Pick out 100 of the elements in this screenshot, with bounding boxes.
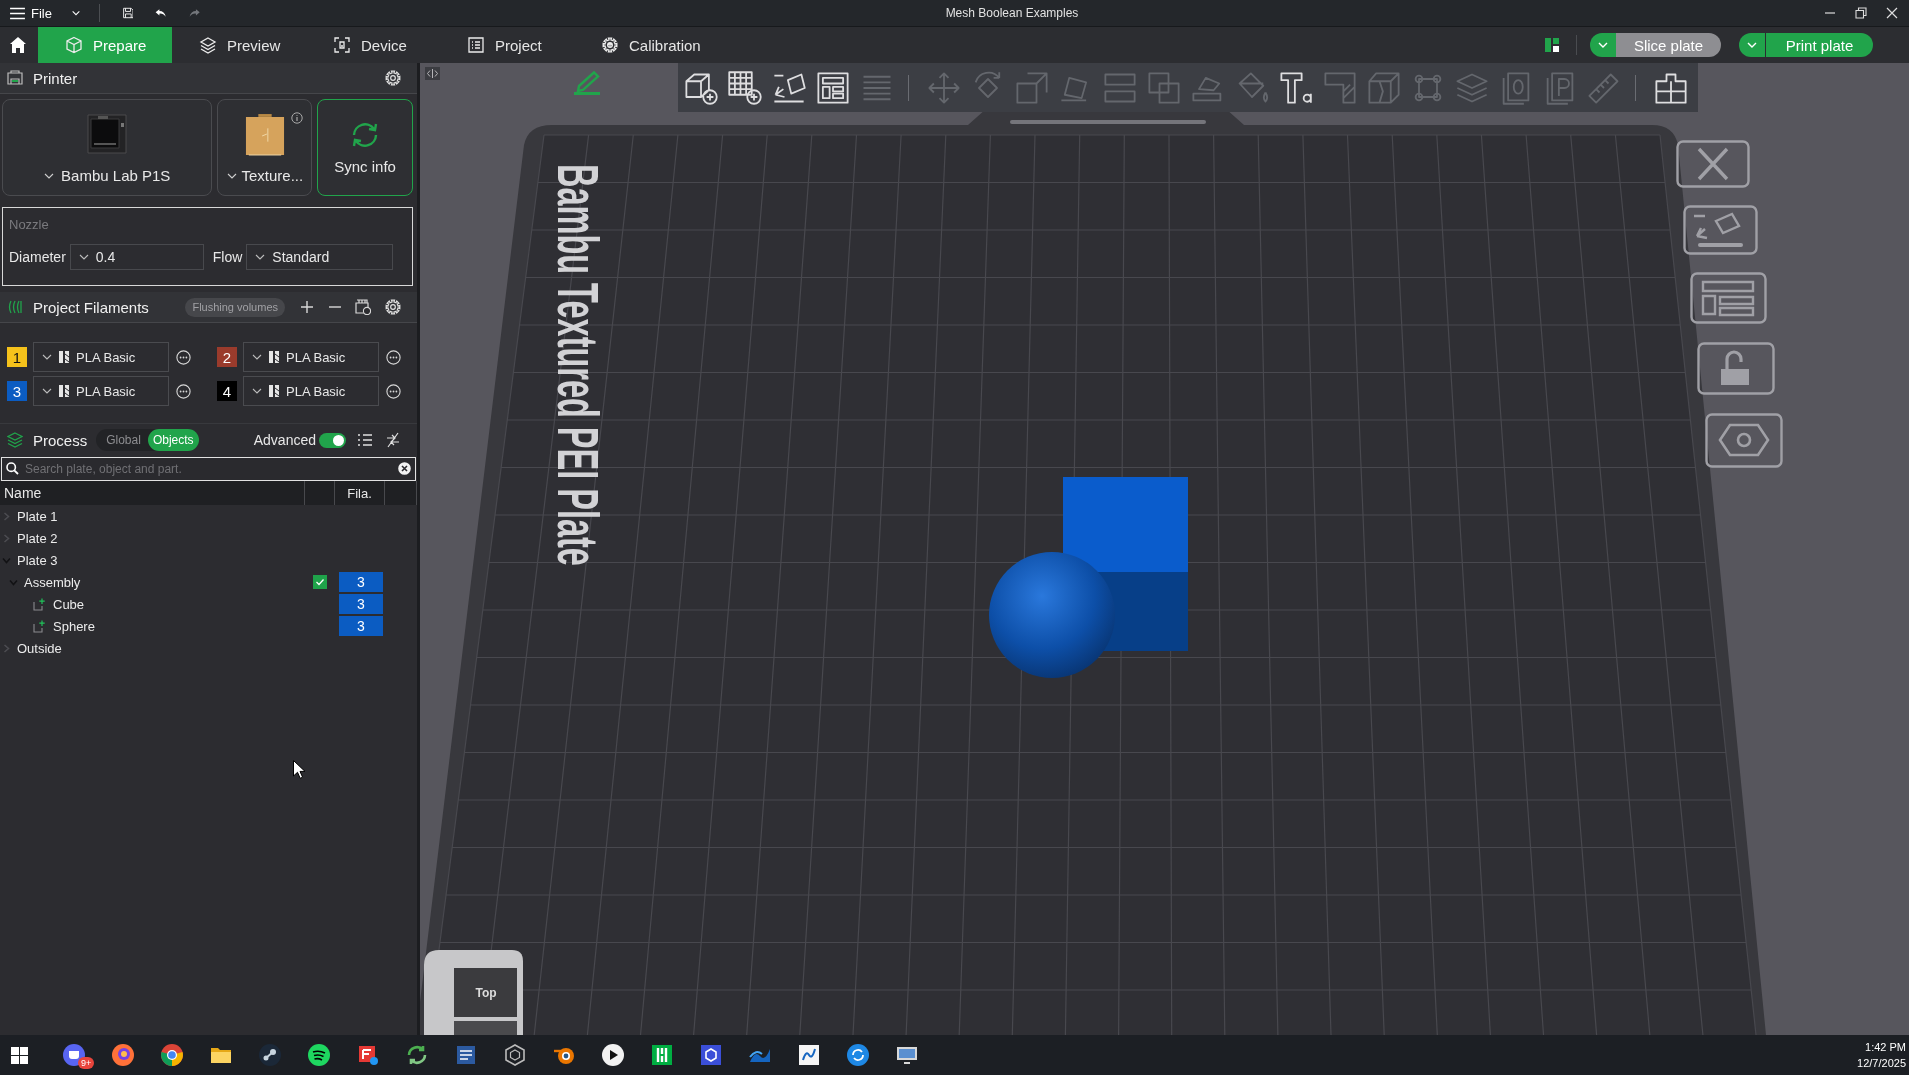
- gear-icon: [601, 36, 619, 54]
- play-app-icon[interactable]: [600, 1043, 625, 1067]
- grid-plus-icon[interactable]: [727, 69, 763, 106]
- settings-icon[interactable]: [385, 299, 401, 315]
- collapse-icon[interactable]: [425, 67, 440, 80]
- nav-tab[interactable]: Device: [306, 27, 440, 63]
- filament-dropdown[interactable]: PLA Basic: [243, 342, 379, 372]
- restore-icon[interactable]: [1855, 7, 1867, 19]
- more-icon[interactable]: [386, 383, 401, 399]
- cursor-icon: [293, 760, 305, 779]
- flushing-volumes-button[interactable]: Flushing volumes: [185, 297, 285, 317]
- object-list-item[interactable]: Assembly: [24, 574, 81, 590]
- chevron-down-icon: [255, 254, 266, 260]
- search-field[interactable]: Search plate, object and part.: [1, 457, 416, 481]
- object-list-item[interactable]: Plate 3: [17, 552, 58, 568]
- clock-date: 12/7/2025: [1857, 1056, 1906, 1071]
- menu-icon: [9, 6, 26, 20]
- chevron-down-icon: [42, 354, 52, 360]
- spools-icon: [7, 299, 23, 315]
- chevron-down-icon: [78, 254, 89, 260]
- view-cube[interactable]: Top: [424, 950, 523, 1035]
- layout-icon[interactable]: [815, 69, 851, 106]
- filament-dropdown[interactable]: PLA Basic: [33, 376, 169, 406]
- more-icon[interactable]: [176, 383, 191, 399]
- settings-icon[interactable]: [385, 70, 401, 86]
- more-icon[interactable]: [176, 349, 191, 365]
- object-list-item[interactable]: Plate 1: [17, 508, 58, 524]
- save-icon[interactable]: [122, 5, 134, 21]
- dropdown-button[interactable]: [1739, 33, 1765, 57]
- more-icon[interactable]: [386, 349, 401, 365]
- caret-icon: [1598, 42, 1608, 48]
- file-menu[interactable]: File: [9, 5, 52, 21]
- list-icon[interactable]: [357, 433, 373, 447]
- sync-button[interactable]: Sync info: [317, 99, 413, 196]
- section-title: Printer: [33, 69, 78, 87]
- nav-tab[interactable]: Preview: [172, 27, 306, 63]
- filament-dropdown[interactable]: PLA Basic: [243, 376, 379, 406]
- sphere-model[interactable]: [989, 552, 1115, 678]
- filament-dropdown[interactable]: PLA Basic: [33, 342, 169, 372]
- section-title: Project Filaments: [33, 298, 149, 316]
- sync-spools-icon[interactable]: [355, 299, 371, 315]
- home-icon[interactable]: [9, 36, 27, 54]
- filament-badge[interactable]: 3: [339, 594, 383, 614]
- info-icon[interactable]: [291, 112, 304, 124]
- section-title: Process: [33, 431, 88, 449]
- split-panel-icon[interactable]: [1544, 37, 1560, 53]
- chevron-down-icon[interactable]: [71, 9, 80, 17]
- checkbox[interactable]: [313, 575, 327, 589]
- hexagon-app-icon[interactable]: [698, 1043, 723, 1067]
- nav-tab[interactable]: Project: [440, 27, 574, 63]
- column-header[interactable]: Fila.: [347, 485, 372, 501]
- flow-dropdown[interactable]: Standard: [246, 244, 394, 270]
- browser-icon[interactable]: [110, 1043, 135, 1067]
- filament-badge[interactable]: 3: [339, 616, 383, 636]
- field-label: Diameter: [9, 249, 66, 265]
- chevron-down-icon: [226, 172, 237, 179]
- column-header[interactable]: Name: [4, 485, 42, 501]
- spool-icon: [269, 385, 279, 397]
- nav-tab[interactable]: Calibration: [574, 27, 708, 63]
- object-list-item[interactable]: Cube: [53, 596, 85, 612]
- sync-icon[interactable]: [845, 1043, 870, 1067]
- plus-icon[interactable]: [301, 301, 313, 313]
- unlock-icon[interactable]: [1697, 342, 1775, 395]
- chevron-down-icon: [252, 354, 262, 360]
- object-list-item[interactable]: Sphere: [53, 618, 95, 634]
- browser-icon[interactable]: [159, 1043, 184, 1067]
- layers-icon: [7, 432, 23, 448]
- filament-badge[interactable]: 3: [339, 572, 383, 592]
- app-icon[interactable]: [649, 1043, 674, 1067]
- scope-tab[interactable]: Global: [101, 429, 146, 451]
- start-icon[interactable]: [11, 1046, 28, 1064]
- game-app-icon[interactable]: [257, 1043, 282, 1067]
- plate-type-selector[interactable]: Texture...: [217, 99, 313, 196]
- printer-selector[interactable]: Bambu Lab P1S: [2, 99, 213, 196]
- clear-icon[interactable]: [398, 462, 411, 475]
- object-list-item[interactable]: Outside: [17, 640, 62, 656]
- hexagon-icon[interactable]: [502, 1043, 527, 1067]
- list-icon: [467, 36, 485, 54]
- search-icon: [6, 462, 19, 475]
- chevron-down-icon: [42, 388, 52, 394]
- plate-label: Bambu Textured PEI Plate: [545, 164, 612, 566]
- text-icon[interactable]: [1278, 69, 1314, 106]
- layers-icon: [199, 36, 217, 54]
- music-app-icon[interactable]: [306, 1043, 331, 1067]
- chevron-down-icon: [252, 388, 262, 394]
- spool-icon: [59, 351, 69, 363]
- field-label: Flow: [212, 249, 243, 265]
- diameter-dropdown[interactable]: 0.4: [69, 244, 204, 270]
- part-icon: [33, 619, 46, 633]
- app-icon[interactable]: [796, 1043, 821, 1067]
- dropdown-button[interactable]: [1590, 33, 1616, 57]
- filament-color-badge: 1: [7, 347, 27, 367]
- compare-arrows-icon[interactable]: [385, 432, 401, 448]
- spool-icon: [269, 351, 279, 363]
- advanced-label: Advanced: [253, 432, 316, 448]
- object-list-item[interactable]: Plate 2: [17, 530, 58, 546]
- spool-icon: [59, 385, 69, 397]
- advanced-toggle[interactable]: [319, 432, 346, 448]
- window-title: Mesh Boolean Examples: [945, 6, 1079, 20]
- caret-icon: [1747, 42, 1757, 48]
